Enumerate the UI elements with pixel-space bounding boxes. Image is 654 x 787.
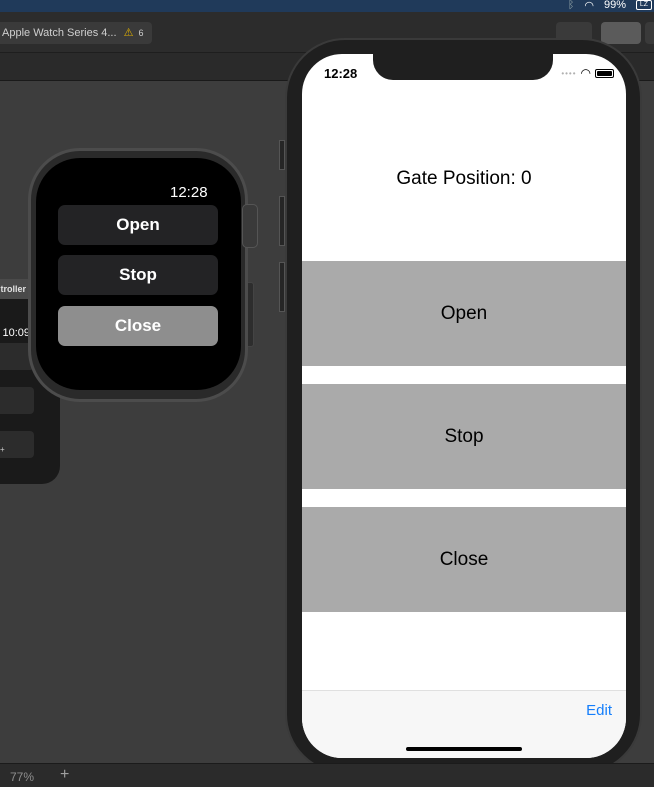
watch-stop-button[interactable]: Stop [58,255,218,295]
canvas-status-bar: 77% + [0,763,654,787]
watch-open-button[interactable]: Open [58,205,218,245]
open-button[interactable]: Open [302,261,626,366]
notch [373,54,553,80]
editor-standard-button[interactable] [601,22,641,44]
phone-status-time: 12:28 [324,66,358,81]
phone-status-icons: •••• ◠ [561,66,614,80]
menu-bar: ᛒ ◠ 99% LZ [0,0,654,12]
scene-time: 10:09 [2,327,30,339]
scheme-label: Apple Watch Series 4... [2,27,117,39]
wifi-icon[interactable]: ◠ [584,0,594,12]
battery-icon[interactable]: LZ [636,0,652,10]
add-icon[interactable]: + [60,766,69,784]
warning-count: 6 [138,28,144,38]
wifi-icon: ◠ [580,66,591,80]
gate-position-label: Gate Position: 0 [396,168,532,189]
bluetooth-icon[interactable]: ᛒ [568,0,575,11]
iphone-screen: 12:28 •••• ◠ Gate Position: 0 Open Stop … [302,54,626,758]
editor-assistant-button[interactable] [645,22,654,44]
menu-extras: ᛒ ◠ 99% LZ [568,0,654,12]
scene-title[interactable]: troller [0,279,28,299]
edit-button[interactable]: Edit [586,702,612,719]
close-button[interactable]: Close [302,507,626,612]
battery-percent[interactable]: 99% [604,0,626,11]
scene-button[interactable] [0,387,34,414]
zoom-level[interactable]: 77% [10,770,34,784]
watch-time: 12:28 [170,184,208,201]
home-indicator[interactable] [406,747,522,751]
bottom-toolbar: Edit [302,690,626,758]
warning-icon: ⚠ [123,27,134,39]
signal-icon: •••• [561,68,577,78]
scene-button[interactable] [0,431,34,458]
watch-close-button[interactable]: Close [58,306,218,346]
watch-digital-crown[interactable] [242,204,258,248]
scene-arrow-icon: + [0,445,5,454]
stop-button[interactable]: Stop [302,384,626,489]
scheme-selector[interactable]: Apple Watch Series 4... ⚠ 6 [0,22,152,44]
battery-icon [595,68,614,78]
